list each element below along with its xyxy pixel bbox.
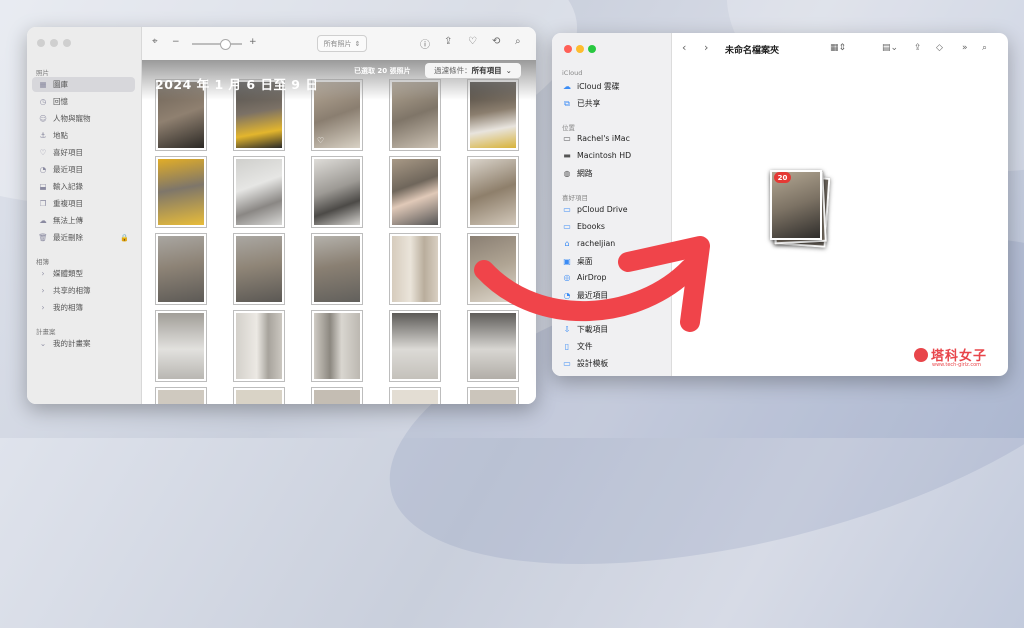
arrow-shaft [474,258,700,321]
date-range-title: 2024 年 1 月 6 日至 9 日 [155,77,319,92]
filter-by-button[interactable]: 過濾條件： 所有項目 ⌄ [425,63,521,78]
drag-count-badge: 20 [774,172,791,183]
filter-prefix: 過濾條件： [434,66,472,75]
chevron-down-icon: ⌄ [505,66,512,75]
selection-count: 已選取 20 張照片 [354,67,411,75]
grid-header: 2024 年 1 月 6 日至 9 日 已選取 20 張照片 過濾條件： 所有項… [142,60,536,100]
filter-value: 所有項目 [471,66,502,75]
